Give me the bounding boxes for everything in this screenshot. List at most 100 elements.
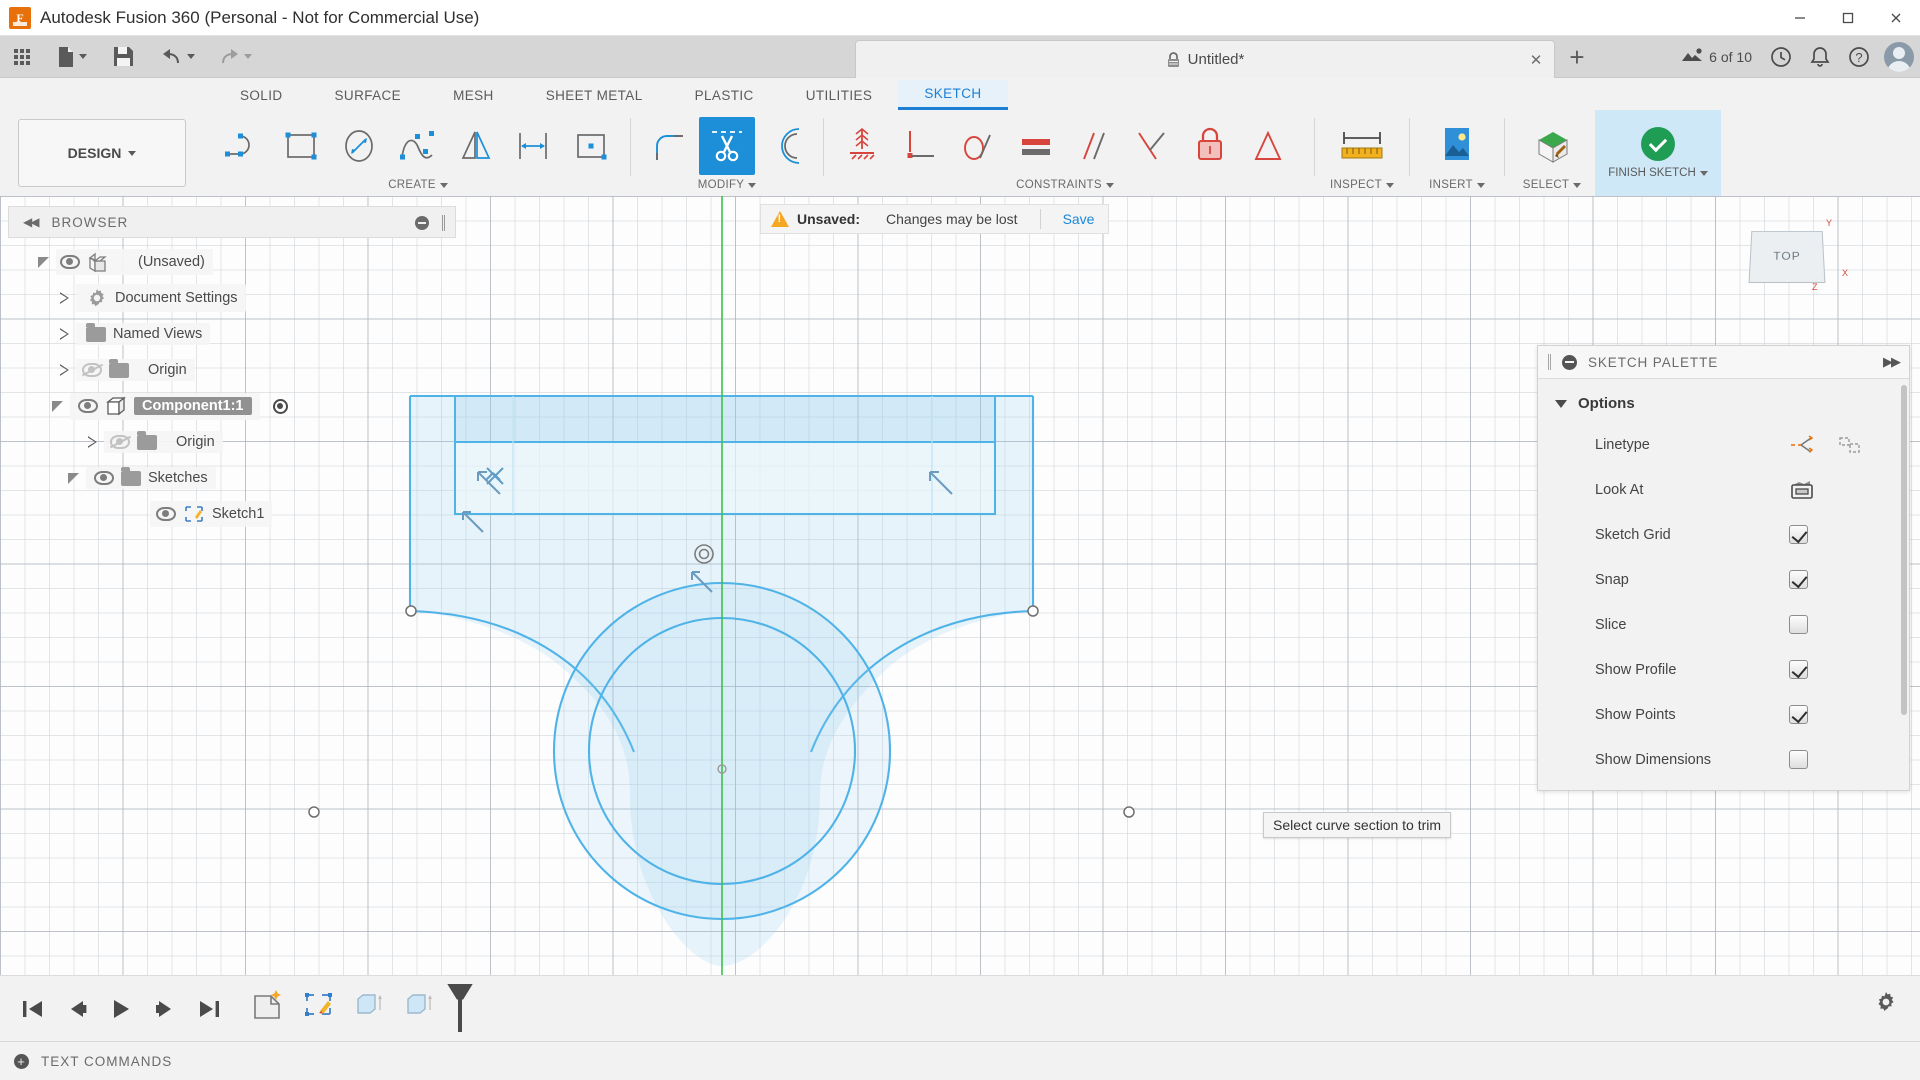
browser-item-named-views[interactable]: Named Views <box>8 316 456 352</box>
save-link[interactable]: Save <box>1063 211 1095 227</box>
coincident-constraint-icon[interactable] <box>834 117 890 175</box>
browser-header[interactable]: ◀◀ BROWSER <box>8 206 456 238</box>
new-file-icon[interactable] <box>50 36 93 78</box>
view-cube[interactable]: TOP Y X Z <box>1730 210 1850 310</box>
ribbon-group-label-constraints[interactable]: CONSTRAINTS <box>834 177 1296 193</box>
browser-item-sketch1[interactable]: Sketch1 <box>8 496 456 532</box>
show-profile-checkbox[interactable] <box>1789 660 1808 679</box>
workspace-selector[interactable]: DESIGN <box>18 119 186 187</box>
expander-right-icon[interactable] <box>88 436 97 448</box>
new-component-feature-icon[interactable] <box>250 986 290 1022</box>
chevron-down-icon[interactable] <box>187 54 195 59</box>
expander-right-icon[interactable] <box>60 328 69 340</box>
construction-linetype-icon[interactable] <box>1789 434 1815 456</box>
mirror-tool-icon[interactable] <box>448 117 504 175</box>
rectangular-pattern-icon[interactable] <box>564 117 620 175</box>
document-tab-close-icon[interactable]: ✕ <box>1528 52 1544 68</box>
parallel-constraint-icon[interactable] <box>1066 117 1122 175</box>
ribbon-group-label-inspect[interactable]: INSPECT <box>1325 177 1399 193</box>
circle-tool-icon[interactable] <box>332 117 388 175</box>
help-button[interactable]: ? <box>1840 36 1878 78</box>
perpendicular-constraint-icon[interactable] <box>1124 117 1180 175</box>
expander-right-icon[interactable] <box>60 292 69 304</box>
new-tab-button[interactable]: + <box>1555 36 1599 78</box>
expander-down-icon[interactable] <box>52 401 63 412</box>
rectangle-tool-icon[interactable] <box>274 117 330 175</box>
play-icon[interactable] <box>102 989 140 1029</box>
palette-section-options[interactable]: Options <box>1538 389 1909 422</box>
sketch-dimension-icon[interactable] <box>506 117 562 175</box>
equal-constraint-icon[interactable] <box>1008 117 1064 175</box>
view-cube-top-face[interactable]: TOP <box>1749 231 1826 283</box>
sketch-canvas[interactable]: ◀◀ BROWSER (Unsaved) <box>0 196 1920 1080</box>
collinear-constraint-icon[interactable] <box>892 117 948 175</box>
go-to-beginning-icon[interactable] <box>14 989 52 1029</box>
document-tab-untitled[interactable]: Untitled* ✕ <box>855 40 1555 78</box>
sketch-grid-checkbox[interactable] <box>1789 525 1808 544</box>
minimize-button[interactable] <box>1776 0 1824 36</box>
expand-right-icon[interactable]: ▶▶ <box>1883 354 1899 370</box>
ribbon-group-label-insert[interactable]: INSERT <box>1420 177 1494 193</box>
ribbon-group-label-modify[interactable]: MODIFY <box>641 177 813 193</box>
fillet-tool-icon[interactable] <box>641 117 697 175</box>
ribbon-tab-surface[interactable]: SURFACE <box>309 80 428 110</box>
show-dimensions-checkbox[interactable] <box>1789 750 1808 769</box>
step-forward-icon[interactable] <box>146 989 184 1029</box>
notifications-button[interactable] <box>1802 36 1838 78</box>
offset-tool-icon[interactable] <box>757 117 813 175</box>
browser-item-origin-component[interactable]: Origin <box>8 424 456 460</box>
drag-grip-icon[interactable] <box>1548 354 1551 370</box>
extrude-feature-icon[interactable] <box>350 986 390 1022</box>
close-button[interactable] <box>1872 0 1920 36</box>
browser-item-sketches[interactable]: Sketches <box>8 460 456 496</box>
ribbon-tab-plastic[interactable]: PLASTIC <box>669 80 780 110</box>
redo-icon[interactable] <box>211 36 258 78</box>
undo-icon[interactable] <box>154 36 201 78</box>
browser-item-component1[interactable]: Component1:1 <box>8 388 456 424</box>
maximize-button[interactable] <box>1824 0 1872 36</box>
jobs-status-button[interactable]: 6 of 10 <box>1673 36 1760 78</box>
plus-circle-icon[interactable]: + <box>14 1054 29 1069</box>
sketch-palette-header[interactable]: SKETCH PALETTE ▶▶ <box>1538 346 1909 379</box>
slice-checkbox[interactable] <box>1789 615 1808 634</box>
chevron-down-icon[interactable] <box>244 54 252 59</box>
line-tool-icon[interactable] <box>216 117 272 175</box>
user-avatar[interactable] <box>1884 42 1914 72</box>
minus-circle-icon[interactable] <box>415 216 429 230</box>
browser-item-origin-root[interactable]: Origin <box>8 352 456 388</box>
palette-scrollbar[interactable] <box>1901 385 1907 715</box>
symmetry-constraint-icon[interactable] <box>1240 117 1296 175</box>
ribbon-group-label-select[interactable]: SELECT <box>1515 177 1589 193</box>
visibility-eye-icon[interactable] <box>78 399 98 413</box>
gear-icon[interactable] <box>1874 990 1898 1014</box>
centerline-linetype-icon[interactable] <box>1837 434 1863 456</box>
browser-item-document-settings[interactable]: Document Settings <box>8 280 456 316</box>
ribbon-tab-sketch[interactable]: SKETCH <box>898 80 1007 110</box>
visibility-eye-icon[interactable] <box>94 471 114 485</box>
insert-image-icon[interactable] <box>1420 115 1494 177</box>
visibility-eye-off-icon[interactable] <box>82 363 102 377</box>
main-canvas-area[interactable]: ◀◀ BROWSER (Unsaved) <box>0 196 1920 1080</box>
show-points-checkbox[interactable] <box>1789 705 1808 724</box>
finish-sketch-button[interactable]: FINISH SKETCH <box>1595 110 1721 196</box>
expander-down-icon[interactable] <box>68 473 79 484</box>
timeline-marker[interactable] <box>458 986 462 1032</box>
chevron-down-icon[interactable] <box>79 54 87 59</box>
drag-grip-icon[interactable] <box>442 215 445 231</box>
sketch-feature-icon[interactable] <box>300 986 340 1022</box>
spline-tool-icon[interactable] <box>390 117 446 175</box>
expander-right-icon[interactable] <box>60 364 69 376</box>
browser-item-unsaved[interactable]: (Unsaved) <box>8 244 456 280</box>
select-paint-icon[interactable] <box>1515 115 1589 177</box>
save-icon[interactable] <box>107 36 140 78</box>
version-history-button[interactable] <box>1762 36 1800 78</box>
ribbon-tab-utilities[interactable]: UTILITIES <box>780 80 899 110</box>
tangent-constraint-icon[interactable] <box>950 117 1006 175</box>
ribbon-group-label-create[interactable]: CREATE <box>216 177 620 193</box>
extrude-feature-icon-2[interactable] <box>400 986 440 1022</box>
ribbon-tab-mesh[interactable]: MESH <box>427 80 520 110</box>
go-to-end-icon[interactable] <box>190 989 228 1029</box>
measure-icon[interactable] <box>1325 115 1399 177</box>
ribbon-tab-sheet-metal[interactable]: SHEET METAL <box>520 80 669 110</box>
step-back-icon[interactable] <box>58 989 96 1029</box>
